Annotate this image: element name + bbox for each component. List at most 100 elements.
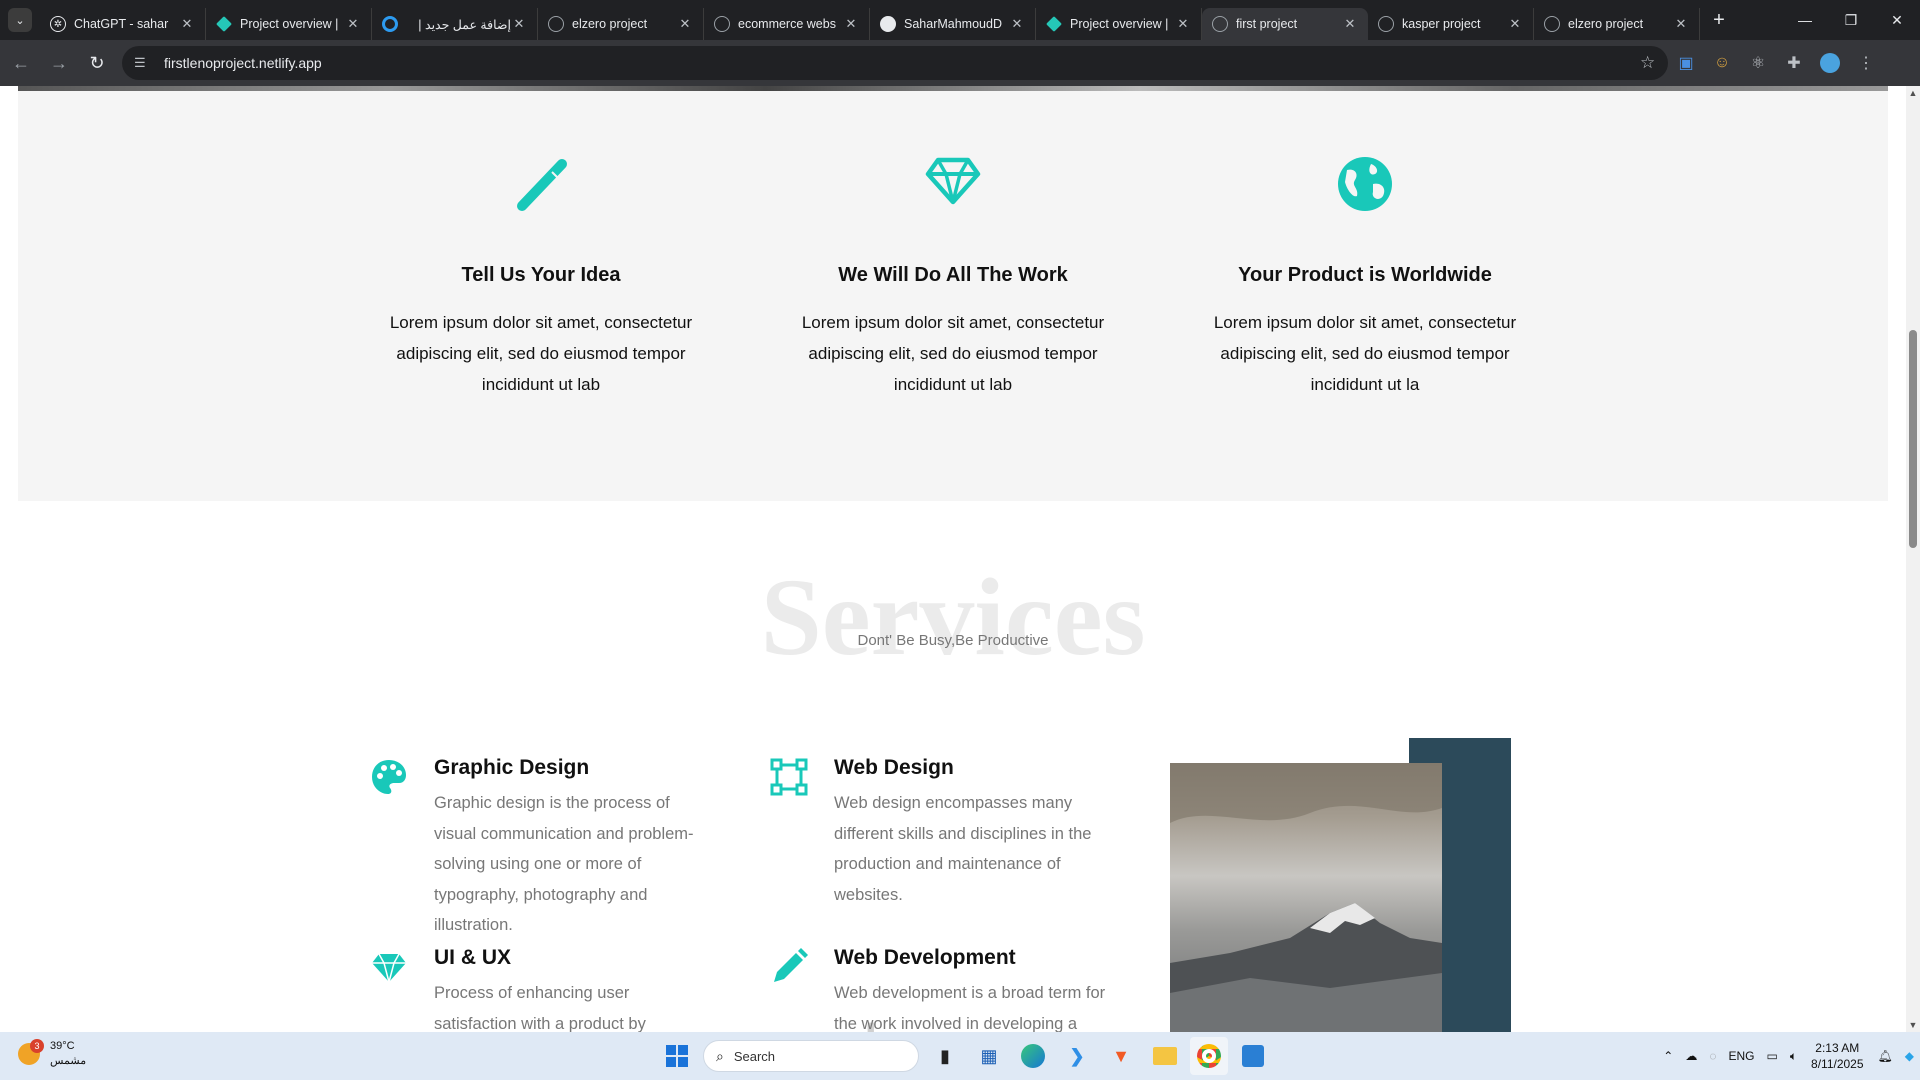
weather-desc: مشمس (50, 1055, 87, 1067)
store-icon[interactable]: ▦ (970, 1037, 1008, 1075)
close-tab-icon[interactable]: ✕ (179, 16, 195, 32)
close-window-button[interactable]: ✕ (1874, 0, 1920, 40)
globe-icon (1338, 157, 1392, 211)
browser-toolbar: ← → ↻ ☰ firstlenoproject.netlify.app ☆ ▣… (0, 40, 1920, 86)
notification-bell-icon[interactable]: 🔔︎ (1878, 1049, 1893, 1063)
network-icon[interactable]: ▭ (1766, 1049, 1777, 1063)
browser-tab[interactable]: ✲ ChatGPT - sahar ✕ (40, 8, 206, 40)
task-view-icon[interactable]: ▮ (926, 1037, 964, 1075)
services-heading-watermark: Services (760, 556, 1146, 678)
pen-icon (774, 948, 808, 982)
globe-icon (1544, 16, 1560, 32)
service-title: Graphic Design (434, 756, 590, 779)
windows-taskbar: 3 39°C مشمس ⌕ Search ▮ ▦ ❯ ▼ ⌃ ☁ ◌ ENG ▭… (0, 1032, 1920, 1080)
sun-icon: 3 (18, 1039, 44, 1065)
close-tab-icon[interactable]: ✕ (1175, 16, 1191, 32)
service-title: Web Development (834, 946, 1016, 969)
file-explorer-icon[interactable] (1146, 1037, 1184, 1075)
reload-button[interactable]: ↻ (80, 46, 114, 80)
clock-time: 2:13 AM (1815, 1041, 1860, 1055)
face-extension-icon[interactable]: ☺ (1704, 46, 1740, 80)
service-item: UI & UX Process of enhancing user satisf… (370, 946, 710, 1032)
browser-tab-active[interactable]: first project ✕ (1202, 8, 1368, 40)
feature-card: Tell Us Your Idea Lorem ipsum dolor sit … (381, 91, 701, 400)
windows-start-icon[interactable] (658, 1037, 696, 1075)
tab-title: SaharMahmoudD (904, 17, 1002, 31)
diamond-icon (925, 157, 981, 205)
copilot-icon[interactable]: ◆ (1905, 1049, 1914, 1063)
vscode-icon[interactable]: ❯ (1058, 1037, 1096, 1075)
netlify-icon (1046, 16, 1062, 32)
feature-text: Lorem ipsum dolor sit amet, consectetur … (389, 313, 693, 394)
browser-tab[interactable]: elzero project ✕ (1534, 8, 1700, 40)
service-title: Web Design (834, 756, 954, 779)
feature-title: Tell Us Your Idea (461, 264, 621, 286)
bookmark-star-icon[interactable]: ☆ (1640, 53, 1668, 73)
tab-search-button[interactable]: ⌄ (8, 8, 32, 32)
brave-icon[interactable]: ▼ (1102, 1037, 1140, 1075)
profile-avatar-icon[interactable] (1812, 46, 1848, 80)
weather-temp: 39°C (50, 1040, 75, 1052)
defender-icon[interactable]: ◌ (1709, 1049, 1716, 1063)
vector-square-icon (770, 758, 808, 796)
browser-tab[interactable]: إضافة عمل جديد | ✕ (372, 8, 538, 40)
browser-tab[interactable]: elzero project ✕ (538, 8, 704, 40)
feature-text: Lorem ipsum dolor sit amet, consectetur … (801, 313, 1105, 394)
scroll-down-arrow-icon[interactable]: ▼ (1906, 1018, 1920, 1032)
language-indicator[interactable]: ENG (1728, 1049, 1754, 1063)
chatgpt-icon: ✲ (50, 16, 66, 32)
mountain-image (1170, 763, 1442, 1032)
forward-button[interactable]: → (42, 46, 76, 80)
taskbar-clock[interactable]: 2:13 AM 8/11/2025 (1811, 1040, 1864, 1072)
mostaql-icon (382, 16, 398, 32)
volume-icon[interactable]: 🔈︎ (1790, 1049, 1797, 1064)
globe-icon (1212, 16, 1228, 32)
page-viewport: Tell Us Your Idea Lorem ipsum dolor sit … (0, 86, 1906, 1032)
close-tab-icon[interactable]: ✕ (345, 16, 361, 32)
browser-tab[interactable]: SaharMahmoudD ✕ (870, 8, 1036, 40)
close-tab-icon[interactable]: ✕ (511, 16, 527, 32)
scrollbar-thumb[interactable] (1909, 330, 1917, 548)
onedrive-icon[interactable]: ☁ (1685, 1049, 1697, 1063)
close-tab-icon[interactable]: ✕ (1009, 16, 1025, 32)
tab-title: kasper project (1402, 17, 1481, 31)
palette-icon (372, 760, 406, 794)
edge-icon[interactable] (1014, 1037, 1052, 1075)
service-item: Graphic Design Graphic design is the pro… (370, 756, 710, 941)
browser-tab[interactable]: Project overview | ✕ (206, 8, 372, 40)
github-icon (880, 16, 896, 32)
extensions-puzzle-icon[interactable]: ✚ (1776, 46, 1812, 80)
translate-extension-icon[interactable]: ▣ (1668, 46, 1704, 80)
close-tab-icon[interactable]: ✕ (677, 16, 693, 32)
close-tab-icon[interactable]: ✕ (1507, 16, 1523, 32)
feature-title: Your Product is Worldwide (1238, 264, 1492, 286)
features-section: Tell Us Your Idea Lorem ipsum dolor sit … (18, 91, 1888, 501)
new-tab-button[interactable]: + (1704, 9, 1734, 32)
taskbar-search-box[interactable]: ⌕ Search (703, 1040, 919, 1072)
chrome-icon[interactable] (1190, 1037, 1228, 1075)
paint-app-icon[interactable] (1234, 1037, 1272, 1075)
diamond-icon (372, 953, 406, 985)
back-button[interactable]: ← (4, 46, 38, 80)
tab-title: Project overview | (240, 17, 339, 31)
page-scrollbar[interactable]: ▲ ▼ (1906, 86, 1920, 1032)
tab-title: elzero project (1568, 17, 1644, 31)
chrome-menu-icon[interactable]: ⋮ (1848, 46, 1884, 80)
tab-title: elzero project (572, 17, 648, 31)
close-tab-icon[interactable]: ✕ (843, 16, 859, 32)
site-info-icon[interactable]: ☰ (134, 55, 152, 71)
close-tab-icon[interactable]: ✕ (1342, 16, 1358, 32)
react-extension-icon[interactable]: ⚛ (1740, 46, 1776, 80)
browser-tab[interactable]: ecommerce webs ✕ (704, 8, 870, 40)
close-tab-icon[interactable]: ✕ (1673, 16, 1689, 32)
restore-button[interactable]: ❐ (1828, 0, 1874, 40)
show-hidden-icons-chevron-icon[interactable]: ⌃ (1663, 1049, 1673, 1063)
browser-tab[interactable]: kasper project ✕ (1368, 8, 1534, 40)
search-placeholder: Search (733, 1048, 776, 1064)
url-text: firstlenoproject.netlify.app (164, 55, 322, 71)
address-bar[interactable]: ☰ firstlenoproject.netlify.app ☆ (122, 46, 1668, 80)
minimize-button[interactable]: — (1782, 0, 1828, 40)
browser-tab[interactable]: Project overview | ✕ (1036, 8, 1202, 40)
weather-widget[interactable]: 3 39°C مشمس (18, 1039, 86, 1069)
scroll-up-arrow-icon[interactable]: ▲ (1906, 86, 1920, 100)
